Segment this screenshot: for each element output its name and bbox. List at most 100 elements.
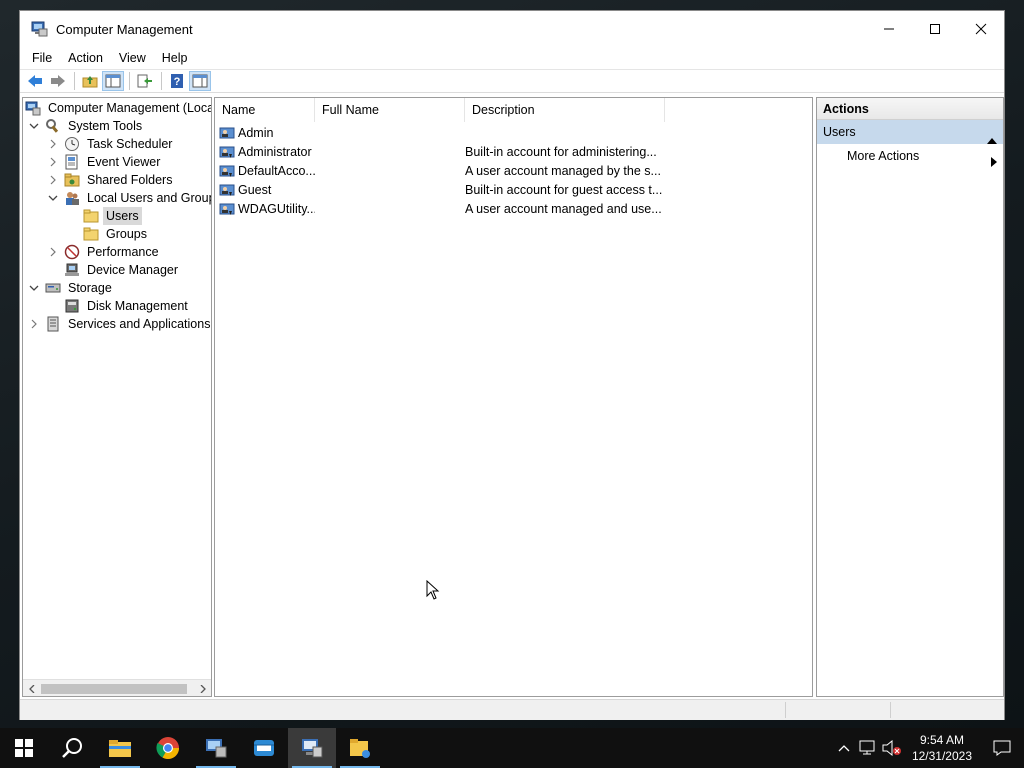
device-manager-icon [64,262,80,278]
export-list-button[interactable] [134,71,156,91]
minimize-button[interactable] [866,11,912,47]
tree-item-groups[interactable]: Groups [83,225,150,243]
up-one-level-button[interactable] [79,71,101,91]
table-row[interactable]: Guest Built-in account for guest access … [219,180,665,199]
column-header-full-name[interactable]: Full Name [315,98,465,122]
user-icon [219,144,235,160]
column-header-description[interactable]: Description [465,98,665,122]
more-actions-item[interactable]: More Actions [817,144,1003,168]
shared-folder-icon [64,172,80,188]
tree-item-event-viewer[interactable]: Event Viewer [46,153,163,171]
chevron-right-icon[interactable] [46,153,60,171]
tree-label: Users [103,207,142,225]
tree-label: Disk Management [87,299,188,313]
menu-view[interactable]: View [111,47,154,69]
tree-label: Event Viewer [87,155,161,169]
clock-icon [64,136,80,152]
action-pane-icon [192,74,208,88]
show-hide-action-pane-button[interactable] [189,71,211,91]
taskbar-app-virtualbox[interactable] [240,728,288,768]
taskbar-app-chrome[interactable] [144,728,192,768]
table-row[interactable]: WDAGUtility... A user account managed an… [219,199,665,218]
search-button[interactable] [48,728,96,768]
chevron-down-icon[interactable] [27,117,41,135]
action-center-button[interactable] [980,728,1024,768]
menu-file[interactable]: File [24,47,60,69]
system-tools-icon [45,118,61,134]
taskbar-app-folder[interactable] [336,728,384,768]
console-tree-pane[interactable]: Computer Management (Local System Tools … [22,97,212,697]
tree-item-root[interactable]: Computer Management (Local [25,99,212,117]
table-row[interactable]: DefaultAcco... A user account managed by… [219,161,665,180]
result-list-pane[interactable]: Name Full Name Description Admin Adminis… [214,97,813,697]
disk-icon [64,298,80,314]
toolbar: ? [20,69,1004,93]
close-button[interactable] [958,11,1004,47]
notification-icon [993,740,1011,756]
tree-item-storage[interactable]: Storage [27,279,115,297]
forward-button[interactable] [47,71,69,91]
tree-item-services-and-applications[interactable]: Services and Applications [27,315,211,333]
user-name: WDAGUtility... [238,201,315,216]
forward-arrow-icon [51,75,65,87]
tree-item-disk-management[interactable]: Disk Management [64,297,191,315]
taskbar-clock[interactable]: 9:54 AM 12/31/2023 [904,732,980,764]
tree-item-performance[interactable]: Performance [46,243,162,261]
show-hidden-icons-button[interactable] [832,728,856,768]
performance-icon [64,244,80,260]
svg-text:?: ? [174,76,181,88]
tree-item-shared-folders[interactable]: Shared Folders [46,171,175,189]
taskbar-app-server-manager[interactable] [192,728,240,768]
start-icon [15,739,33,757]
table-row[interactable]: Administrator Built-in account for admin… [219,142,665,161]
actions-group-users[interactable]: Users [817,120,1003,144]
user-description: Built-in account for administering... [465,144,657,159]
user-name: Administrator [238,144,312,159]
title-bar[interactable]: Computer Management [20,11,1004,47]
tree-item-users[interactable]: Users [83,207,142,225]
chevron-right-icon[interactable] [27,315,41,333]
taskbar-app-file-explorer[interactable] [96,728,144,768]
chevron-down-icon[interactable] [27,279,41,297]
chevron-right-icon[interactable] [46,171,60,189]
file-explorer-icon [109,740,131,757]
start-button[interactable] [0,728,48,768]
virtualbox-icon [254,740,274,756]
more-actions-label: More Actions [847,149,920,163]
table-row[interactable]: Admin [219,123,665,142]
chrome-icon [156,737,179,759]
tree-label: Shared Folders [87,173,173,187]
status-bar-divider [890,702,891,718]
network-tray-button[interactable] [856,728,880,768]
tree-horizontal-scrollbar[interactable] [23,679,211,696]
chevron-up-icon [838,745,850,752]
user-description: Built-in account for guest access t... [465,182,663,197]
help-button[interactable]: ? [166,71,188,91]
chevron-right-icon[interactable] [46,243,60,261]
clock-date: 12/31/2023 [911,749,972,763]
column-header-name[interactable]: Name [215,98,315,122]
scroll-left-arrow-icon[interactable] [23,680,40,696]
tree-item-system-tools[interactable]: System Tools [27,117,145,135]
scrollbar-thumb[interactable] [41,684,187,694]
tree-item-device-manager[interactable]: Device Manager [64,261,181,279]
chevron-right-icon[interactable] [46,135,60,153]
menu-help[interactable]: Help [154,47,196,69]
tree-item-task-scheduler[interactable]: Task Scheduler [46,135,175,153]
folder-app-icon [350,739,370,758]
tree-item-local-users-and-groups[interactable]: Local Users and Groups [46,189,211,207]
maximize-button[interactable] [912,11,958,47]
taskbar-app-computer-management[interactable] [288,728,336,768]
folder-up-icon [82,76,98,88]
scroll-right-arrow-icon[interactable] [194,680,211,696]
menu-action[interactable]: Action [60,47,111,69]
computer-management-window: Computer Management File Action View Hel… [19,10,1005,720]
tree-label: Computer Management (Local [48,101,212,115]
back-button[interactable] [24,71,46,91]
volume-tray-button[interactable] [880,728,904,768]
system-tray: 9:54 AM 12/31/2023 [832,728,1024,768]
tree-label: Performance [87,245,159,259]
chevron-down-icon[interactable] [46,189,60,207]
submenu-arrow-icon [991,151,997,175]
show-hide-console-tree-button[interactable] [102,71,124,91]
